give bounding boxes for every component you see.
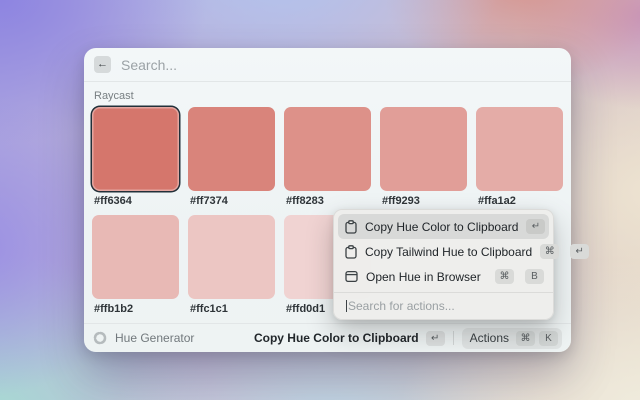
back-arrow-icon: ←: [97, 56, 108, 73]
command-key-badge: ⌘: [516, 331, 535, 346]
swatch-hex-label: #ffc1c1: [188, 299, 275, 323]
k-key-badge: K: [539, 331, 558, 346]
color-swatch[interactable]: [92, 107, 179, 191]
menu-item-label: Copy Tailwind Hue to Clipboard: [365, 245, 532, 259]
menu-item-open-in-browser[interactable]: Open Hue in Browser ⌘ B: [338, 264, 549, 289]
return-key-badge: ↵: [570, 244, 589, 259]
hue-generator-icon: [93, 331, 107, 345]
clipboard-icon: [345, 220, 357, 234]
swatch-cell: #ff9293: [380, 107, 467, 215]
command-key-badge: ⌘: [540, 244, 559, 259]
actions-label: Actions: [470, 331, 509, 345]
return-key-badge: ↵: [526, 219, 545, 234]
action-menu: Copy Hue Color to Clipboard ↵ Copy Tailw…: [333, 209, 554, 320]
footer-bar: Hue Generator Copy Hue Color to Clipboar…: [84, 324, 571, 352]
browser-icon: [345, 270, 358, 283]
search-input[interactable]: [121, 57, 561, 73]
swatch-hex-label: #ff6364: [92, 191, 179, 215]
color-swatch[interactable]: [284, 107, 371, 191]
b-key-badge: B: [525, 269, 544, 284]
swatch-hex-label: #ffb1b2: [92, 299, 179, 323]
footer-primary-action[interactable]: Copy Hue Color to Clipboard: [254, 331, 419, 345]
color-swatch[interactable]: [476, 107, 563, 191]
search-bar: ←: [84, 48, 571, 81]
color-swatch[interactable]: [380, 107, 467, 191]
swatch-cell: #ff6364: [92, 107, 179, 215]
swatch-cell: #ff8283: [284, 107, 371, 215]
back-button[interactable]: ←: [94, 56, 111, 73]
menu-search-row: [338, 293, 549, 319]
swatch-cell: #ffa1a2: [476, 107, 563, 215]
swatch-cell: #ffc1c1: [188, 215, 275, 323]
color-swatch[interactable]: [92, 215, 179, 299]
clipboard-icon: [345, 245, 357, 259]
text-caret: [346, 300, 347, 312]
menu-item-copy-tailwind-hue[interactable]: Copy Tailwind Hue to Clipboard ⌘ ↵: [338, 239, 549, 264]
footer-vertical-divider: [453, 331, 454, 345]
color-swatch[interactable]: [188, 215, 275, 299]
menu-item-label: Open Hue in Browser: [366, 270, 487, 284]
raycast-window: ← Raycast #ff6364 #ff7374 #ff8283 #ff929…: [84, 48, 571, 352]
menu-item-copy-hue-color[interactable]: Copy Hue Color to Clipboard ↵: [338, 214, 549, 239]
swatch-cell: #ffb1b2: [92, 215, 179, 323]
section-label: Raycast: [94, 90, 563, 102]
actions-button[interactable]: Actions ⌘ K: [462, 328, 562, 349]
command-key-badge: ⌘: [495, 269, 514, 284]
menu-item-label: Copy Hue Color to Clipboard: [365, 220, 518, 234]
swatch-cell: #ff7374: [188, 107, 275, 215]
app-name: Hue Generator: [115, 331, 254, 345]
return-key-badge: ↵: [426, 331, 445, 346]
actions-search-input[interactable]: [348, 299, 541, 313]
color-swatch[interactable]: [188, 107, 275, 191]
swatch-hex-label: #ff7374: [188, 191, 275, 215]
